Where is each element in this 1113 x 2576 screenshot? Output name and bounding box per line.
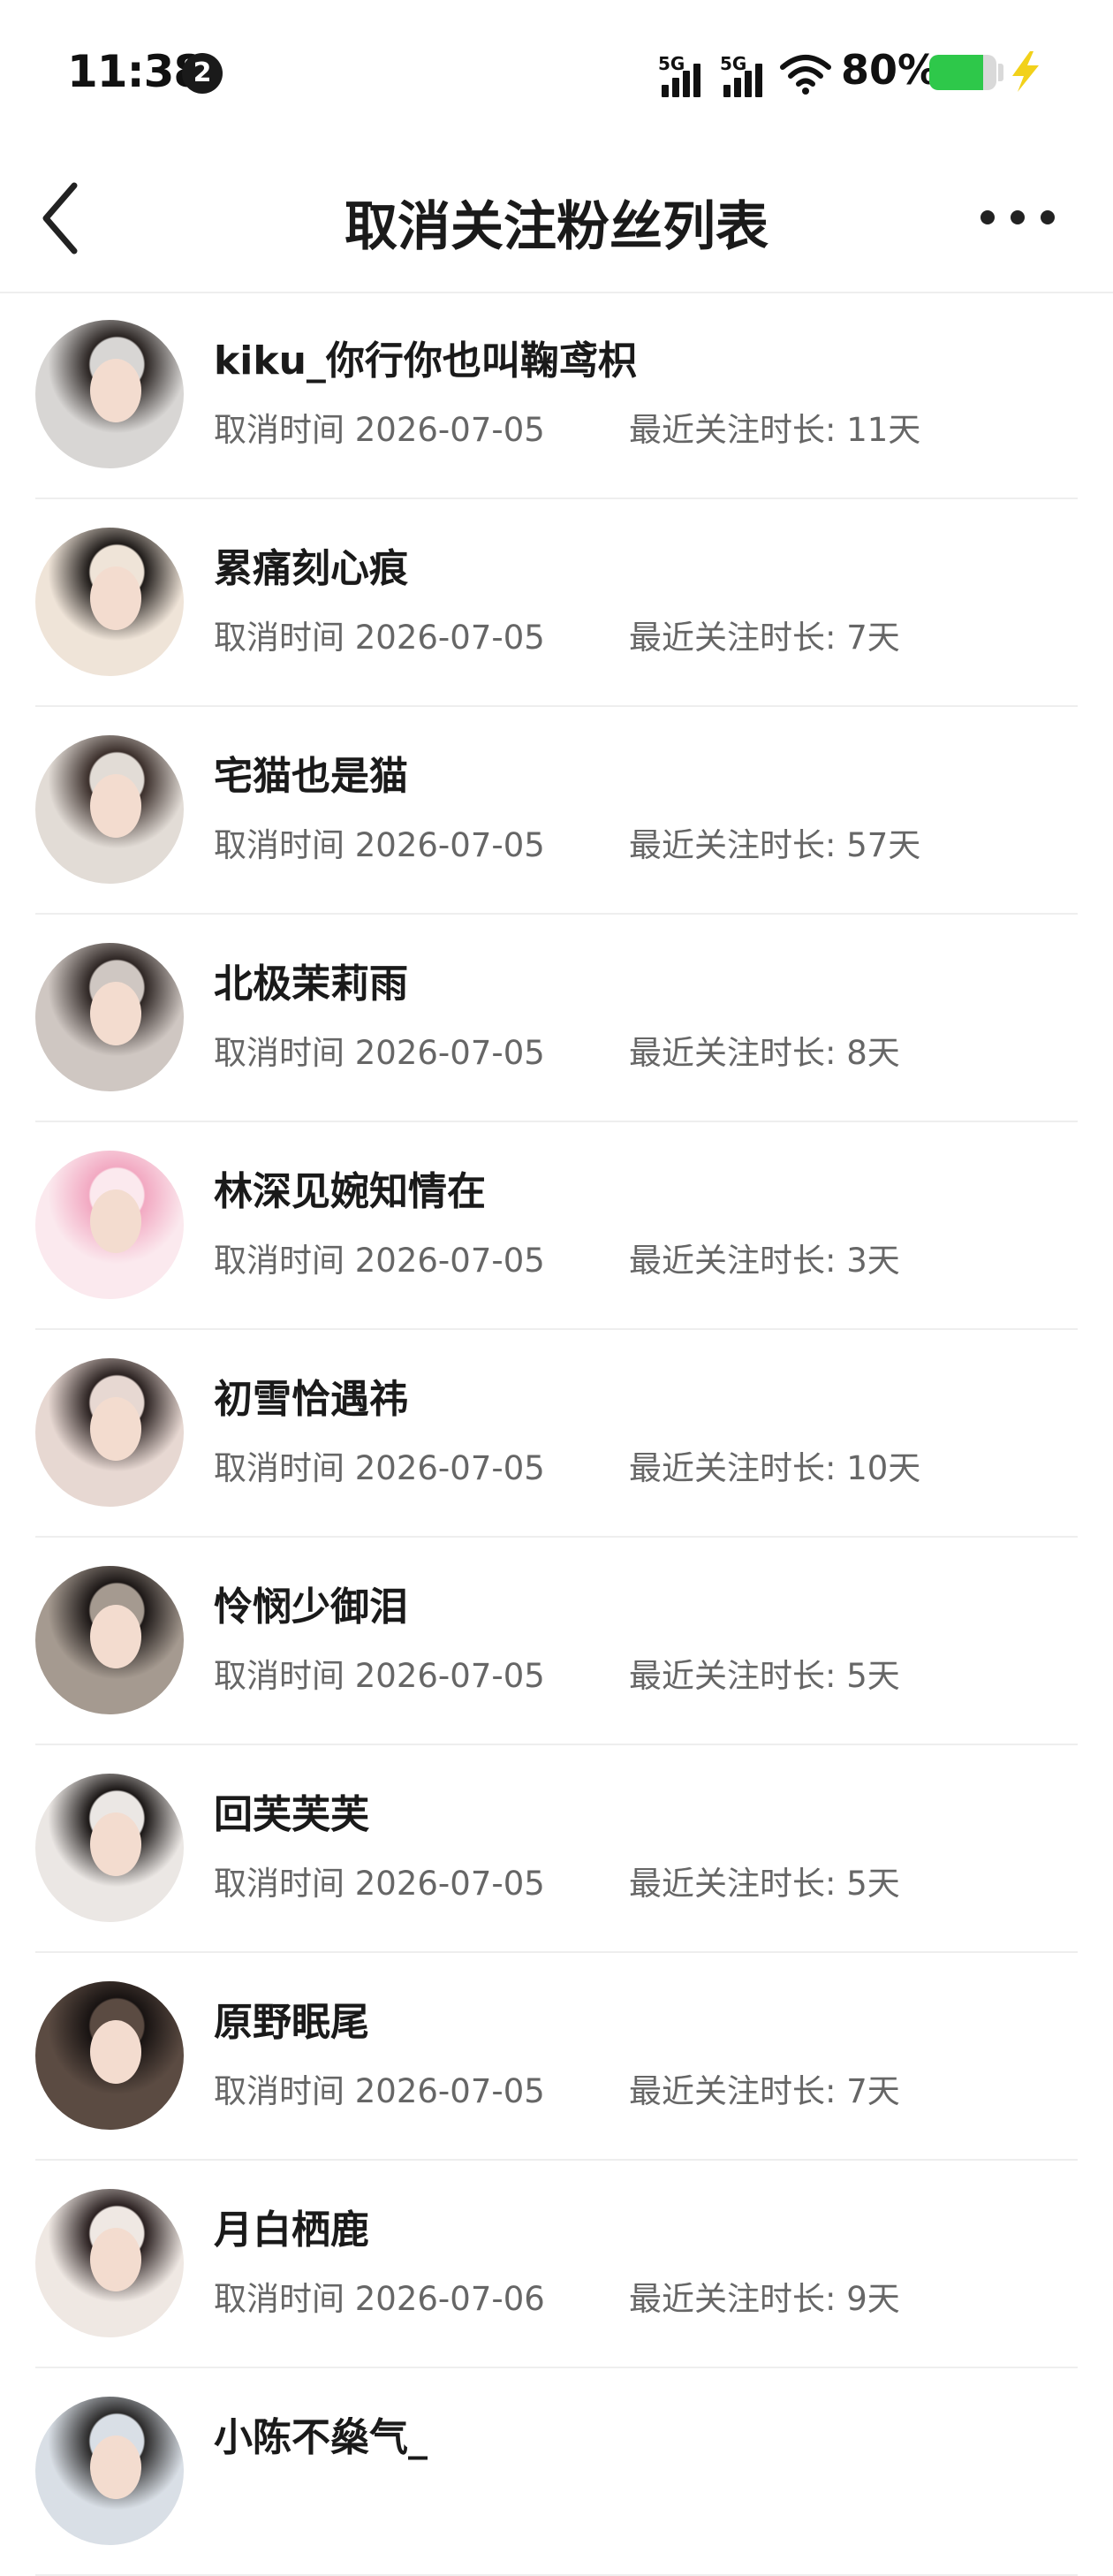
battery-level-fill bbox=[929, 55, 983, 90]
unfollow-time: 取消时间 2026-07-05 bbox=[214, 411, 545, 449]
unfollow-time: 取消时间 2026-07-05 bbox=[214, 826, 545, 864]
unfollowed-fans-list: kiku_你行你也叫鞠鸢枳取消时间 2026-07-05 最近关注时长: 11天累… bbox=[0, 292, 1113, 2576]
list-item[interactable]: 累痛刻心痕取消时间 2026-07-05 最近关注时长: 7天 bbox=[0, 499, 1113, 707]
list-item[interactable]: 原野眠尾取消时间 2026-07-05 最近关注时长: 7天 bbox=[0, 1953, 1113, 2161]
avatar[interactable] bbox=[35, 1358, 184, 1507]
battery-tip bbox=[998, 64, 1003, 81]
charging-bolt-icon bbox=[1012, 51, 1039, 92]
avatar-face-shape bbox=[90, 1397, 141, 1461]
unfollow-time: 取消时间 2026-07-05 bbox=[214, 1657, 545, 1695]
user-name[interactable]: 宅猫也是猫 bbox=[214, 744, 408, 801]
unfollow-time: 取消时间 2026-07-06 bbox=[214, 2280, 545, 2318]
avatar-face-shape bbox=[90, 1189, 141, 1253]
follow-duration: 最近关注时长: 11天 bbox=[629, 411, 921, 449]
unfollow-time: 取消时间 2026-07-05 bbox=[214, 1034, 545, 1072]
list-item[interactable]: 初雪恰遇祎取消时间 2026-07-05 最近关注时长: 10天 bbox=[0, 1330, 1113, 1538]
avatar-face-shape bbox=[90, 774, 141, 838]
avatar[interactable] bbox=[35, 1981, 184, 2130]
list-item[interactable]: kiku_你行你也叫鞠鸢枳取消时间 2026-07-05 最近关注时长: 11天 bbox=[0, 292, 1113, 499]
avatar-face-shape bbox=[90, 566, 141, 630]
follow-duration: 最近关注时长: 9天 bbox=[629, 2280, 900, 2318]
list-item[interactable]: 北极茉莉雨取消时间 2026-07-05 最近关注时长: 8天 bbox=[0, 915, 1113, 1122]
follow-duration: 最近关注时长: 7天 bbox=[629, 619, 900, 657]
avatar[interactable] bbox=[35, 2189, 184, 2337]
avatar[interactable] bbox=[35, 1566, 184, 1714]
avatar-face-shape bbox=[90, 1605, 141, 1668]
avatar-face-shape bbox=[90, 982, 141, 1045]
more-horizontal-icon[interactable] bbox=[979, 200, 1058, 235]
unfollow-time: 取消时间 2026-07-05 bbox=[214, 2072, 545, 2110]
nav-bar: 取消关注粉丝列表 bbox=[0, 141, 1113, 293]
follow-duration: 最近关注时长: 3天 bbox=[629, 1242, 900, 1280]
status-bar: 11:38 2 5G 5G 80% bbox=[0, 0, 1113, 141]
avatar[interactable] bbox=[35, 943, 184, 1091]
follow-duration: 最近关注时长: 8天 bbox=[629, 1034, 900, 1072]
avatar[interactable] bbox=[35, 528, 184, 676]
unfollow-time: 取消时间 2026-07-05 bbox=[214, 1242, 545, 1280]
notification-count-badge: 2 bbox=[182, 53, 223, 94]
user-name[interactable]: 月白栖鹿 bbox=[214, 2198, 369, 2254]
user-name[interactable]: kiku_你行你也叫鞠鸢枳 bbox=[214, 329, 637, 385]
avatar[interactable] bbox=[35, 1774, 184, 1922]
list-item[interactable]: 回芙芙芙取消时间 2026-07-05 最近关注时长: 5天 bbox=[0, 1745, 1113, 1953]
avatar-face-shape bbox=[90, 2435, 141, 2499]
cellular-signal-icon: 5G bbox=[658, 53, 708, 97]
signal-label: 5G bbox=[658, 53, 685, 74]
battery-percent: 80% bbox=[841, 46, 939, 94]
wifi-icon bbox=[780, 55, 831, 95]
avatar-face-shape bbox=[90, 2228, 141, 2291]
avatar[interactable] bbox=[35, 320, 184, 468]
battery-icon bbox=[929, 55, 996, 90]
follow-duration: 最近关注时长: 5天 bbox=[629, 1657, 900, 1695]
unfollow-time: 取消时间 2026-07-05 bbox=[214, 1865, 545, 1903]
user-name[interactable]: 小陈不燊气_ bbox=[214, 2405, 428, 2462]
list-item[interactable]: 林深见婉知情在取消时间 2026-07-05 最近关注时长: 3天 bbox=[0, 1122, 1113, 1330]
list-item[interactable]: 小陈不燊气_ bbox=[0, 2368, 1113, 2576]
avatar[interactable] bbox=[35, 735, 184, 884]
user-name[interactable]: 怜悯少御泪 bbox=[214, 1575, 408, 1631]
avatar[interactable] bbox=[35, 2397, 184, 2545]
follow-duration: 最近关注时长: 5天 bbox=[629, 1865, 900, 1903]
user-name[interactable]: 初雪恰遇祎 bbox=[214, 1367, 408, 1424]
list-item[interactable]: 宅猫也是猫取消时间 2026-07-05 最近关注时长: 57天 bbox=[0, 707, 1113, 915]
list-item[interactable]: 怜悯少御泪取消时间 2026-07-05 最近关注时长: 5天 bbox=[0, 1538, 1113, 1745]
avatar-face-shape bbox=[90, 359, 141, 422]
avatar-face-shape bbox=[90, 1812, 141, 1876]
cellular-signal-icon: 5G bbox=[720, 53, 769, 97]
unfollow-time: 取消时间 2026-07-05 bbox=[214, 1449, 545, 1487]
user-name[interactable]: 回芙芙芙 bbox=[214, 1782, 369, 1839]
avatar-face-shape bbox=[90, 2020, 141, 2084]
user-name[interactable]: 北极茉莉雨 bbox=[214, 952, 408, 1008]
user-name[interactable]: 累痛刻心痕 bbox=[214, 536, 408, 593]
follow-duration: 最近关注时长: 57天 bbox=[629, 826, 921, 864]
follow-duration: 最近关注时长: 10天 bbox=[629, 1449, 921, 1487]
user-name[interactable]: 原野眠尾 bbox=[214, 1990, 369, 2047]
avatar[interactable] bbox=[35, 1151, 184, 1299]
user-name[interactable]: 林深见婉知情在 bbox=[214, 1159, 486, 1216]
unfollow-time: 取消时间 2026-07-05 bbox=[214, 619, 545, 657]
follow-duration: 最近关注时长: 7天 bbox=[629, 2072, 900, 2110]
signal-label: 5G bbox=[720, 53, 747, 74]
page-title: 取消关注粉丝列表 bbox=[344, 196, 768, 258]
list-item[interactable]: 月白栖鹿取消时间 2026-07-06 最近关注时长: 9天 bbox=[0, 2161, 1113, 2368]
